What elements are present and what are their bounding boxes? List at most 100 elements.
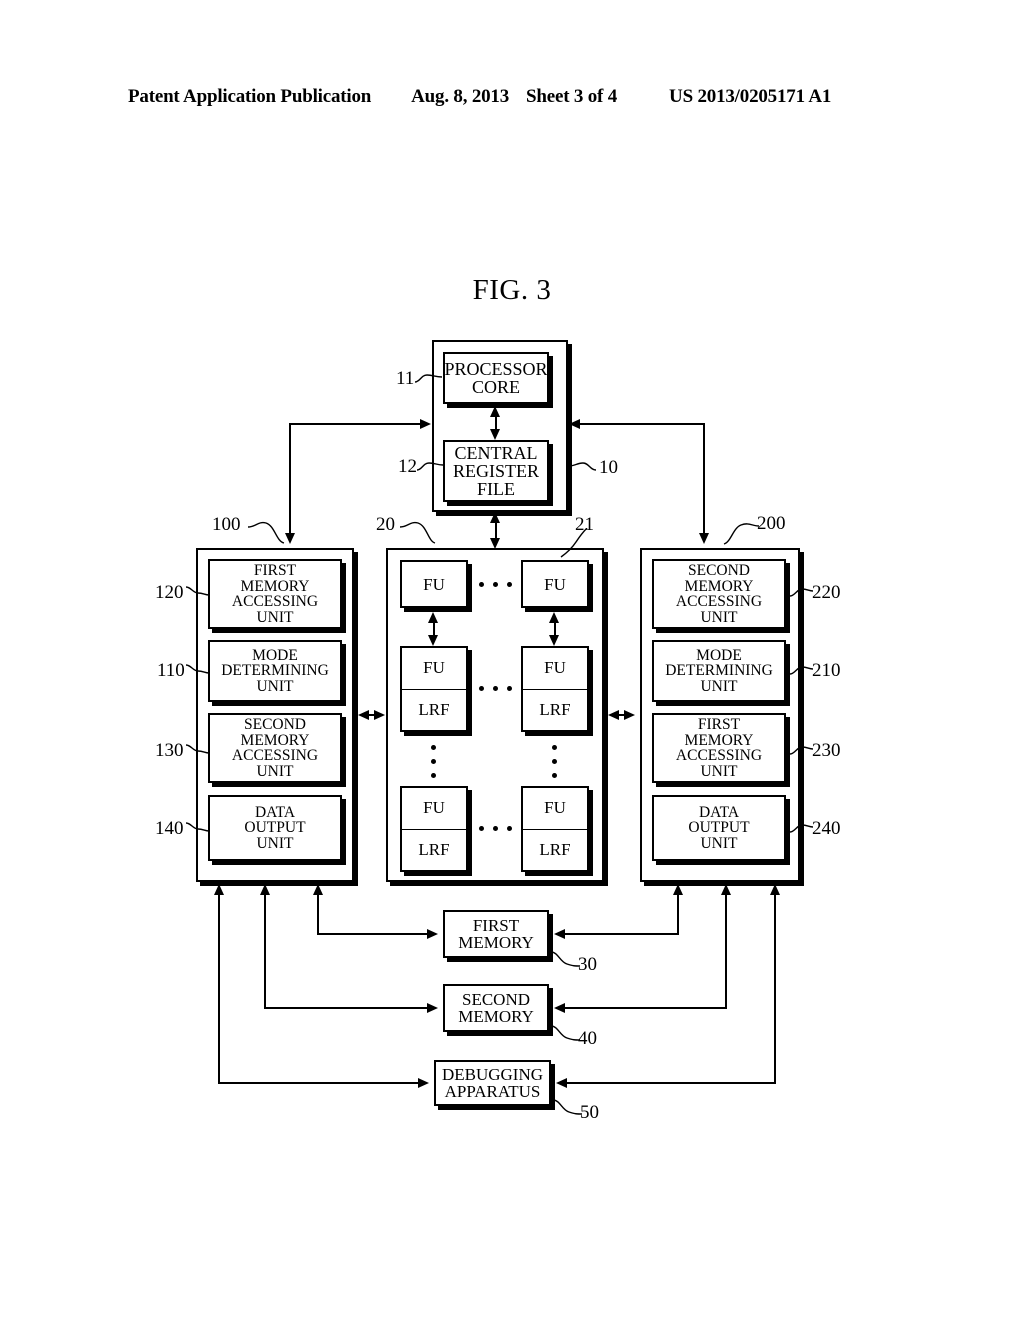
fu-lrf-block-r3c1: FU LRF (400, 786, 468, 872)
ref-130-leader (186, 744, 210, 754)
lrf-label-cell: LRF (402, 690, 466, 731)
ref-50: 50 (580, 1102, 599, 1123)
second-memory-block: SECOND MEMORY (443, 984, 549, 1032)
debugger-right-input-arrowhead (556, 1077, 567, 1088)
ref-200: 200 (757, 513, 786, 534)
core-to-crf-arrowhead-down (490, 429, 500, 440)
right-unit-second-memory-vline (725, 894, 727, 1008)
fu-col1-vertical-ellipsis (431, 745, 436, 778)
left-second-memory-accessing-unit: SECOND MEMORY ACCESSING UNIT (208, 713, 342, 783)
processor-to-left-horizontal (289, 423, 422, 425)
ref-110-leader (186, 664, 210, 674)
fu-col2-vertical-ellipsis (552, 745, 557, 778)
ref-230: 230 (812, 740, 841, 761)
right-data-output-unit-label: DATA OUTPUT UNIT (688, 803, 750, 852)
ref-20: 20 (376, 514, 395, 535)
second-memory-right-input-arrowhead (554, 1002, 565, 1013)
ref-12: 12 (398, 456, 417, 477)
ref-210-leader (790, 666, 814, 675)
ref-200-leader (723, 523, 760, 545)
central-register-file-label: CENTRAL REGISTER FILE (452, 443, 539, 499)
left-unit-debugger-hline (218, 1082, 419, 1084)
right-unit-first-memory-hline (565, 933, 679, 935)
left-unit-second-memory-vline (264, 894, 266, 1008)
fu-r1c2-arrowhead-up (549, 612, 559, 623)
fu-label: FU (423, 658, 445, 678)
debugging-apparatus-label: DEBUGGING APPARATUS (441, 1065, 544, 1101)
left-first-memory-accessing-unit-label: FIRST MEMORY ACCESSING UNIT (231, 562, 319, 626)
left-unit-to-fu-arrowhead-left (358, 709, 369, 720)
processor-to-left-vertical (289, 423, 291, 533)
lrf-label: LRF (539, 699, 571, 719)
ref-130: 130 (155, 740, 184, 761)
left-unit-first-memory-vline (317, 894, 319, 934)
right-first-memory-accessing-unit: FIRST MEMORY ACCESSING UNIT (652, 713, 786, 783)
ref-40-leader (551, 1025, 581, 1041)
central-register-file-block: CENTRAL REGISTER FILE (443, 440, 549, 502)
ref-30: 30 (578, 954, 597, 975)
ref-240-leader (790, 824, 814, 833)
first-memory-right-input-arrowhead (554, 928, 565, 939)
left-first-memory-accessing-unit: FIRST MEMORY ACCESSING UNIT (208, 559, 342, 629)
fu-block-r1c1: FU (400, 560, 468, 608)
ref-140-leader (186, 822, 210, 832)
ref-220: 220 (812, 582, 841, 603)
ref-11-leader (414, 374, 443, 383)
ref-50-leader (553, 1099, 583, 1115)
processor-core-block: PROCESSOR CORE (443, 352, 549, 404)
right-mode-determining-unit-label: MODE DETERMINING UNIT (665, 646, 773, 695)
fu-label: FU (544, 574, 566, 594)
lrf-label: LRF (418, 699, 450, 719)
ref-100: 100 (212, 514, 241, 535)
left-unit-second-memory-hline (264, 1007, 428, 1009)
figure-3-block-diagram: PROCESSOR CORE CENTRAL REGISTER FILE 11 … (0, 0, 1024, 1320)
lrf-label: LRF (539, 839, 571, 859)
fu-lrf-block-r3c2: FU LRF (521, 786, 589, 872)
ref-120: 120 (155, 582, 184, 603)
ref-210: 210 (812, 660, 841, 681)
left-unit-first-memory-hline (317, 933, 428, 935)
ref-240: 240 (812, 818, 841, 839)
fu-label: FU (423, 574, 445, 594)
ref-230-leader (790, 746, 814, 755)
ref-11: 11 (396, 368, 415, 389)
second-memory-label: SECOND MEMORY (458, 990, 534, 1026)
left-unit-to-fu-arrowhead-right (374, 709, 385, 720)
right-unit-debugger-hline (567, 1082, 776, 1084)
lrf-label-cell: LRF (523, 690, 587, 731)
ref-110: 110 (157, 660, 185, 681)
fu-block-r1c2: FU (521, 560, 589, 608)
core-to-crf-arrowhead-up (490, 406, 500, 417)
fu-to-right-unit-arrowhead-right (624, 709, 635, 720)
fu-label: FU (544, 658, 566, 678)
fu-label-cell: FU (523, 788, 587, 830)
ref-10: 10 (599, 457, 618, 478)
fu-label: FU (423, 798, 445, 818)
fu-row2-horizontal-ellipsis (479, 686, 512, 691)
ref-40: 40 (578, 1028, 597, 1049)
left-data-output-unit-label: DATA OUTPUT UNIT (244, 803, 306, 852)
fu-lrf-block-r2c1: FU LRF (400, 646, 468, 732)
right-first-memory-accessing-unit-label: FIRST MEMORY ACCESSING UNIT (675, 716, 763, 780)
fu-to-right-unit-arrowhead-left (608, 709, 619, 720)
processor-to-right-arrowhead (698, 533, 709, 544)
left-mode-determining-unit: MODE DETERMINING UNIT (208, 640, 342, 702)
first-memory-block: FIRST MEMORY (443, 910, 549, 958)
processor-core-label: PROCESSOR CORE (444, 359, 548, 397)
fu-row1-horizontal-ellipsis (479, 582, 512, 587)
first-memory-label: FIRST MEMORY (458, 916, 534, 952)
ref-30-leader (551, 951, 581, 967)
left-unit-debugger-vline (218, 894, 220, 1083)
fu-label-cell: FU (402, 648, 466, 690)
left-mode-determining-unit-label: MODE DETERMINING UNIT (221, 646, 329, 695)
fu-r1c2-arrowhead-down (549, 635, 559, 646)
left-data-output-unit: DATA OUTPUT UNIT (208, 795, 342, 861)
fu-r1c1-arrowhead-up (428, 612, 438, 623)
right-unit-first-memory-vline (677, 894, 679, 934)
lrf-label-cell: LRF (402, 830, 466, 871)
ref-120-leader (186, 586, 210, 596)
ref-220-leader (790, 588, 814, 597)
lrf-label: LRF (418, 839, 450, 859)
right-data-output-unit: DATA OUTPUT UNIT (652, 795, 786, 861)
fu-r1c1-arrowhead-down (428, 635, 438, 646)
